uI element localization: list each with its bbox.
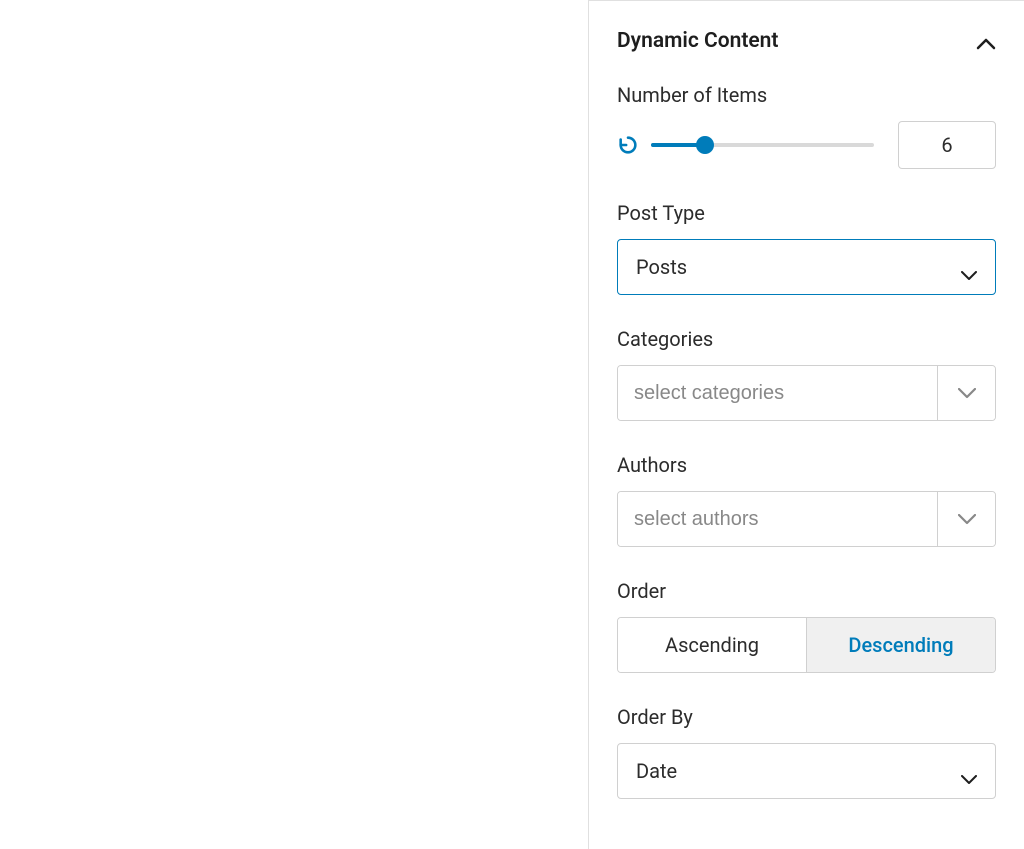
authors-combo xyxy=(617,491,996,547)
categories-label: Categories xyxy=(617,327,996,351)
settings-sidebar: Dynamic Content Number of Items 6 Post T… xyxy=(588,0,1024,849)
categories-field: Categories xyxy=(617,327,996,421)
authors-dropdown-button[interactable] xyxy=(937,492,995,546)
chevron-down-icon xyxy=(961,262,977,272)
order-toggle: Ascending Descending xyxy=(617,617,996,673)
chevron-down-icon xyxy=(961,766,977,776)
slider-track[interactable] xyxy=(651,143,874,147)
panel-title: Dynamic Content xyxy=(617,29,778,53)
post-type-field: Post Type Posts xyxy=(617,201,996,295)
order-by-label: Order By xyxy=(617,705,996,729)
reset-icon[interactable] xyxy=(617,134,639,156)
order-field: Order Ascending Descending xyxy=(617,579,996,673)
chevron-up-icon xyxy=(976,35,996,47)
categories-input[interactable] xyxy=(618,366,937,420)
authors-label: Authors xyxy=(617,453,996,477)
slider-value-input[interactable]: 6 xyxy=(898,121,996,169)
order-by-value: Date xyxy=(636,759,677,783)
panel-body: Number of Items 6 Post Type Posts xyxy=(589,63,1024,799)
number-of-items-label: Number of Items xyxy=(617,83,996,107)
slider-row: 6 xyxy=(617,121,996,169)
order-by-select[interactable]: Date xyxy=(617,743,996,799)
order-label: Order xyxy=(617,579,996,603)
categories-combo xyxy=(617,365,996,421)
panel-header[interactable]: Dynamic Content xyxy=(589,1,1024,63)
post-type-label: Post Type xyxy=(617,201,996,225)
authors-field: Authors xyxy=(617,453,996,547)
slider-handle[interactable] xyxy=(696,136,714,154)
number-of-items-field: Number of Items 6 xyxy=(617,83,996,169)
order-ascending-option[interactable]: Ascending xyxy=(618,618,806,672)
authors-input[interactable] xyxy=(618,492,937,546)
post-type-select[interactable]: Posts xyxy=(617,239,996,295)
post-type-value: Posts xyxy=(636,255,687,279)
categories-dropdown-button[interactable] xyxy=(937,366,995,420)
order-by-field: Order By Date xyxy=(617,705,996,799)
order-descending-option[interactable]: Descending xyxy=(806,618,995,672)
